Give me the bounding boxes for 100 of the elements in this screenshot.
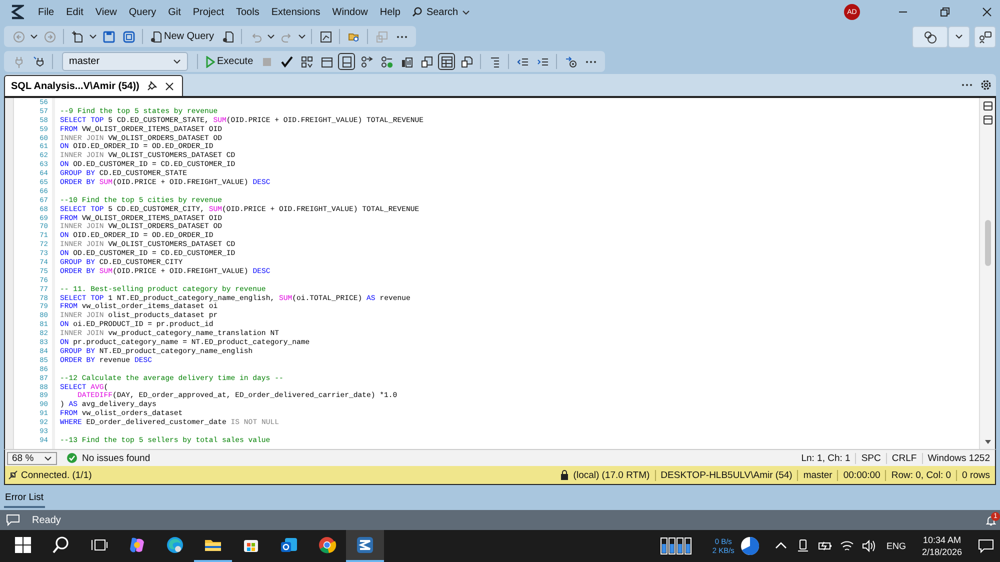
parse-icon (300, 56, 313, 68)
zoom-dropdown[interactable]: 68 % (7, 452, 57, 464)
status-text: Ready (32, 514, 61, 526)
change-connection-icon (32, 56, 44, 68)
menu-item[interactable]: Window (326, 4, 374, 20)
caret-icon[interactable] (955, 33, 963, 40)
scroll-down-icon[interactable] (984, 439, 992, 445)
new-file-icon (72, 30, 84, 42)
undo-icon (250, 30, 262, 42)
list-icon (488, 56, 501, 68)
issues-status[interactable]: No issues found (82, 452, 150, 464)
results-text-icon (420, 56, 433, 68)
battery-icon[interactable] (818, 539, 832, 553)
parameter-icon (564, 56, 577, 68)
close-icon[interactable] (165, 82, 174, 90)
close-icon[interactable] (982, 7, 992, 17)
check-circle-icon (67, 453, 77, 463)
outdent-icon (516, 56, 529, 68)
caret-icon (462, 8, 470, 16)
status-cell[interactable]: Ln: 1, Ch: 1 (796, 452, 856, 464)
document-icon (222, 30, 234, 42)
caret-icon (89, 33, 97, 40)
redo-icon (280, 30, 293, 42)
menu-item[interactable]: Extensions (265, 4, 326, 20)
document-tab[interactable]: SQL Analysis...V\Amir (54)) (4, 75, 184, 96)
menu-item[interactable]: Project (186, 4, 230, 20)
caret-icon (173, 58, 181, 65)
pie-chart-icon[interactable] (740, 536, 760, 556)
restore-icon[interactable] (940, 7, 950, 17)
split-icon[interactable] (982, 101, 992, 111)
back-icon (12, 30, 24, 42)
layout-icon (340, 56, 353, 68)
language-indicator[interactable]: ENG (886, 541, 906, 551)
statistics-icon (400, 56, 413, 68)
menu-item[interactable]: Help (374, 4, 406, 20)
caret-icon (30, 33, 38, 40)
clock-time[interactable]: 10:34 AM (922, 534, 961, 546)
execute-button[interactable]: Execute (203, 53, 256, 70)
search-icon (412, 7, 422, 17)
window-icon (376, 30, 388, 42)
lock-icon (560, 470, 570, 480)
status-cell[interactable]: Windows 1252 (922, 452, 995, 464)
save-icon (102, 30, 114, 42)
results-grid-button[interactable] (438, 53, 456, 70)
search-icon[interactable] (52, 536, 70, 554)
chart-icon (320, 30, 332, 42)
plug-icon (12, 56, 24, 68)
database-dropdown[interactable]: master (62, 52, 188, 71)
clock-date[interactable]: 2/18/2026 (922, 546, 962, 558)
menu-item[interactable]: File (32, 4, 60, 20)
status-cell: DESKTOP-HLB5ULV\Amir (54) (654, 470, 798, 480)
status-cell: 0 rows (956, 470, 995, 480)
caret-icon (298, 33, 306, 40)
start-icon[interactable] (14, 536, 32, 554)
bell-icon[interactable] (986, 514, 996, 526)
status-cell: 00:00:00 (837, 470, 886, 480)
wifi-icon[interactable] (840, 539, 854, 553)
menu-item[interactable]: Git (162, 4, 187, 20)
mail-icon (279, 535, 299, 555)
stop-icon (260, 56, 273, 68)
app-logo-icon (10, 4, 24, 20)
caret-icon (267, 33, 276, 40)
feedback-icon[interactable] (978, 30, 992, 44)
database-app-icon (355, 535, 375, 555)
server-name: (local) (17.0 RTM) (573, 470, 650, 480)
results-file-icon (460, 56, 473, 68)
window-icon (320, 56, 333, 68)
connected-icon (8, 470, 18, 480)
save-all-icon (122, 30, 134, 42)
indent-icon (536, 56, 549, 68)
menu-item[interactable]: View (89, 4, 123, 20)
status-cell[interactable]: SPC (855, 452, 886, 464)
speaker-icon[interactable] (862, 539, 876, 553)
panel-tab[interactable]: Error List (4, 492, 45, 508)
layout-button[interactable] (338, 53, 356, 70)
notification-icon[interactable] (978, 538, 994, 554)
assistant-icon (127, 535, 147, 555)
pin-icon[interactable] (147, 81, 158, 91)
connection-status: Connected. (1/1) (21, 470, 92, 480)
taskbar-button[interactable] (346, 530, 384, 562)
live-plan-icon (380, 56, 393, 68)
caret-icon (44, 454, 52, 462)
browser-icon (165, 535, 185, 555)
status-cell[interactable]: CRLF (886, 452, 922, 464)
scrollbar-thumb[interactable] (984, 220, 990, 266)
menu-item[interactable]: Tools (230, 4, 266, 20)
split-icon[interactable] (982, 115, 992, 125)
performance-meter-icon[interactable] (660, 537, 692, 555)
menu-item[interactable]: Query (122, 4, 162, 20)
play-icon (205, 56, 215, 68)
menu-item[interactable]: Edit (60, 4, 90, 20)
search-box[interactable]: Search (406, 4, 476, 20)
check-icon (280, 56, 293, 68)
forward-icon (44, 30, 56, 42)
plan-icon (360, 56, 373, 68)
results-grid-icon (440, 56, 453, 68)
settings-icon[interactable] (980, 79, 992, 91)
device-icon[interactable] (796, 539, 810, 553)
status-cell: master (797, 470, 838, 480)
new-query-button[interactable]: New Query (148, 28, 216, 45)
